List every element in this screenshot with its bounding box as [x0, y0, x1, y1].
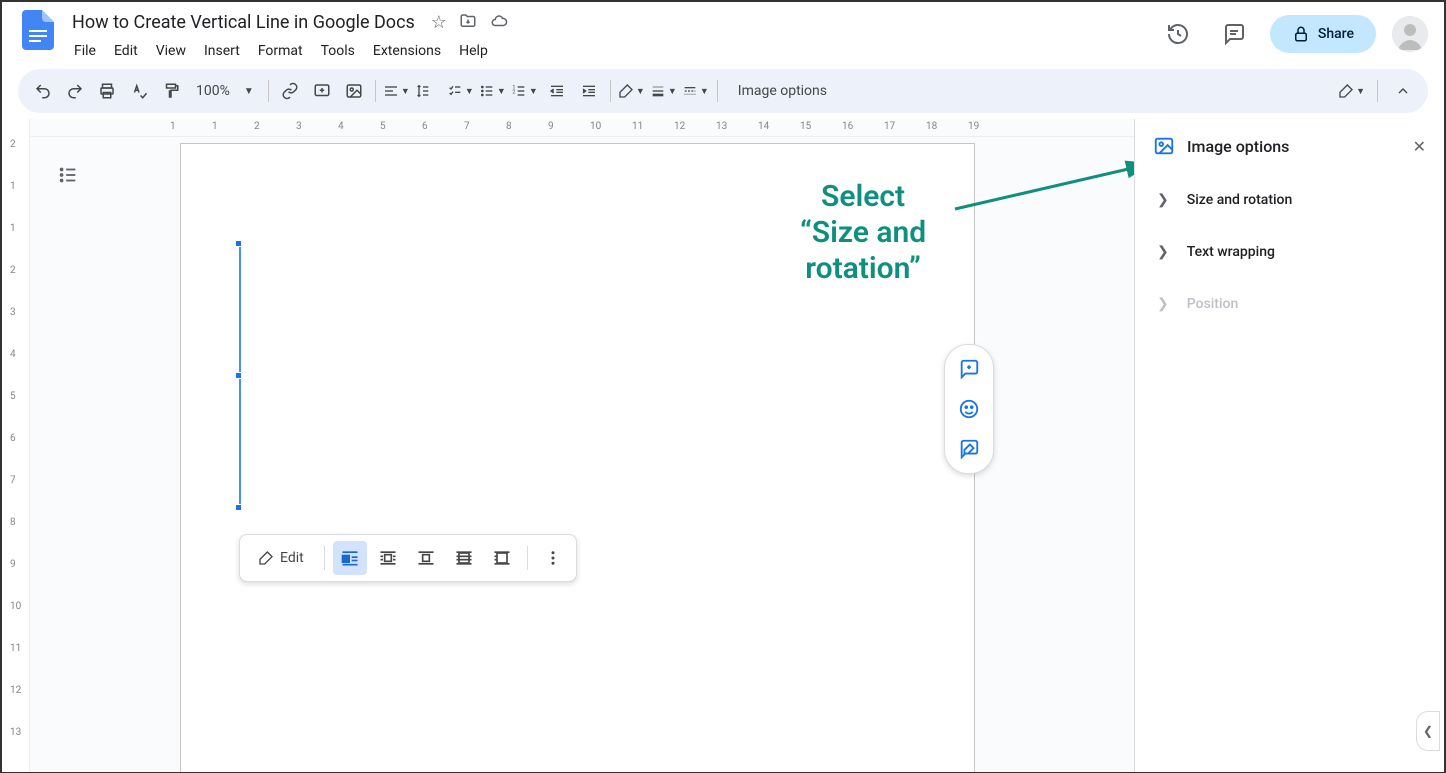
content-area: 2112345678910111213 11234567891011121314…	[2, 119, 1444, 772]
insert-image-button[interactable]	[339, 76, 369, 106]
sidebar-title: Image options	[1187, 137, 1401, 156]
history-icon[interactable]	[1158, 14, 1198, 54]
menubar: File Edit View Insert Format Tools Exten…	[66, 39, 1150, 63]
annotation-arrow-icon	[950, 159, 1134, 219]
border-dash-button[interactable]: ▼	[681, 76, 711, 106]
toolbar-separator	[1377, 80, 1378, 102]
comments-icon[interactable]	[1214, 14, 1254, 54]
undo-button[interactable]	[28, 76, 58, 106]
collapse-toolbar-button[interactable]	[1388, 76, 1418, 106]
add-comment-button[interactable]	[307, 76, 337, 106]
wrap-front-button[interactable]	[485, 541, 519, 575]
text-wrapping-label: Text wrapping	[1187, 244, 1275, 260]
svg-text:2: 2	[512, 90, 515, 96]
wrap-inline-button[interactable]	[333, 541, 367, 575]
resize-handle-middle[interactable]	[235, 372, 242, 379]
line-spacing-button[interactable]	[414, 76, 444, 106]
toolbar-separator	[717, 80, 718, 102]
lock-icon	[1292, 25, 1310, 43]
edit-drawing-button[interactable]: Edit	[246, 550, 316, 566]
toolbar-separator	[610, 80, 611, 102]
align-button[interactable]: ▼	[382, 76, 412, 106]
app-header: How to Create Vertical Line in Google Do…	[2, 2, 1444, 63]
header-right: Share	[1158, 10, 1428, 54]
zoom-dropdown[interactable]: 100%▼	[188, 83, 262, 99]
toolbar-separator	[324, 546, 325, 570]
horizontal-ruler[interactable]: 112345678910111213141516171819	[30, 119, 1134, 137]
wrap-break-button[interactable]	[409, 541, 443, 575]
chevron-right-icon: ❯	[1157, 244, 1169, 260]
zoom-value: 100%	[196, 83, 230, 99]
show-side-panel-button[interactable]: ❮	[1416, 711, 1440, 751]
spellcheck-button[interactable]	[124, 76, 154, 106]
position-section: ❯ Position	[1135, 278, 1444, 330]
suggest-edit-button[interactable]	[953, 433, 985, 465]
add-emoji-button[interactable]	[953, 393, 985, 425]
comment-reaction-bar	[944, 344, 994, 474]
text-wrapping-section[interactable]: ❯ Text wrapping	[1135, 226, 1444, 278]
menu-edit[interactable]: Edit	[106, 39, 146, 63]
show-outline-button[interactable]	[48, 155, 88, 195]
image-floating-toolbar: Edit	[239, 534, 577, 582]
resize-handle-top[interactable]	[235, 240, 242, 247]
star-icon[interactable]: ☆	[431, 12, 447, 33]
title-area: How to Create Vertical Line in Google Do…	[66, 10, 1150, 63]
border-color-button[interactable]: ▼	[617, 76, 647, 106]
vertical-ruler[interactable]: 2112345678910111213	[2, 119, 30, 772]
cloud-status-icon[interactable]	[489, 12, 509, 33]
decrease-indent-button[interactable]	[542, 76, 572, 106]
toolbar-separator	[268, 80, 269, 102]
redo-button[interactable]	[60, 76, 90, 106]
document-canvas[interactable]: 112345678910111213141516171819 Edit	[30, 119, 1134, 772]
size-rotation-label: Size and rotation	[1187, 192, 1293, 208]
share-button[interactable]: Share	[1270, 15, 1376, 53]
edit-label: Edit	[280, 550, 304, 566]
paint-format-button[interactable]	[156, 76, 186, 106]
print-button[interactable]	[92, 76, 122, 106]
bulleted-list-button[interactable]: ▼	[478, 76, 508, 106]
menu-view[interactable]: View	[148, 39, 194, 63]
toolbar-separator	[375, 80, 376, 102]
move-folder-icon[interactable]	[459, 12, 477, 33]
menu-help[interactable]: Help	[451, 39, 496, 63]
toolbar-separator	[527, 546, 528, 570]
account-avatar[interactable]	[1392, 16, 1428, 52]
more-options-button[interactable]	[536, 541, 570, 575]
size-rotation-section[interactable]: ❯ Size and rotation	[1135, 174, 1444, 226]
editing-mode-button[interactable]: ▼	[1337, 76, 1367, 106]
add-comment-bubble-button[interactable]	[953, 353, 985, 385]
wrap-text-button[interactable]	[371, 541, 405, 575]
image-options-toolbar-label[interactable]: Image options	[724, 83, 841, 99]
numbered-list-button[interactable]: 12▼	[510, 76, 540, 106]
menu-insert[interactable]: Insert	[196, 39, 248, 63]
sidebar-header: Image options ✕	[1135, 119, 1444, 174]
increase-indent-button[interactable]	[574, 76, 604, 106]
border-weight-button[interactable]: ▼	[649, 76, 679, 106]
position-label: Position	[1187, 296, 1239, 312]
toolbar: 100%▼ ▼ ▼ ▼ 12▼ ▼ ▼ ▼ Image options ▼	[18, 69, 1428, 113]
toolbar-container: 100%▼ ▼ ▼ ▼ 12▼ ▼ ▼ ▼ Image options ▼	[2, 63, 1444, 119]
checklist-button[interactable]: ▼	[446, 76, 476, 106]
chevron-right-icon: ❯	[1157, 296, 1169, 312]
docs-logo-icon[interactable]	[18, 10, 58, 50]
close-sidebar-button[interactable]: ✕	[1413, 137, 1426, 156]
share-label: Share	[1318, 26, 1354, 42]
menu-tools[interactable]: Tools	[313, 39, 363, 63]
chevron-right-icon: ❯	[1157, 192, 1169, 208]
image-options-sidebar: Image options ✕ ❯ Size and rotation ❯ Te…	[1134, 119, 1444, 772]
insert-link-button[interactable]	[275, 76, 305, 106]
menu-file[interactable]: File	[66, 39, 104, 63]
document-title[interactable]: How to Create Vertical Line in Google Do…	[66, 10, 421, 35]
document-page[interactable]: Edit	[180, 143, 975, 772]
wrap-behind-button[interactable]	[447, 541, 481, 575]
pencil-icon	[258, 550, 274, 566]
menu-format[interactable]: Format	[250, 39, 311, 63]
resize-handle-bottom[interactable]	[235, 504, 242, 511]
menu-extensions[interactable]: Extensions	[365, 39, 449, 63]
image-icon	[1153, 135, 1175, 157]
